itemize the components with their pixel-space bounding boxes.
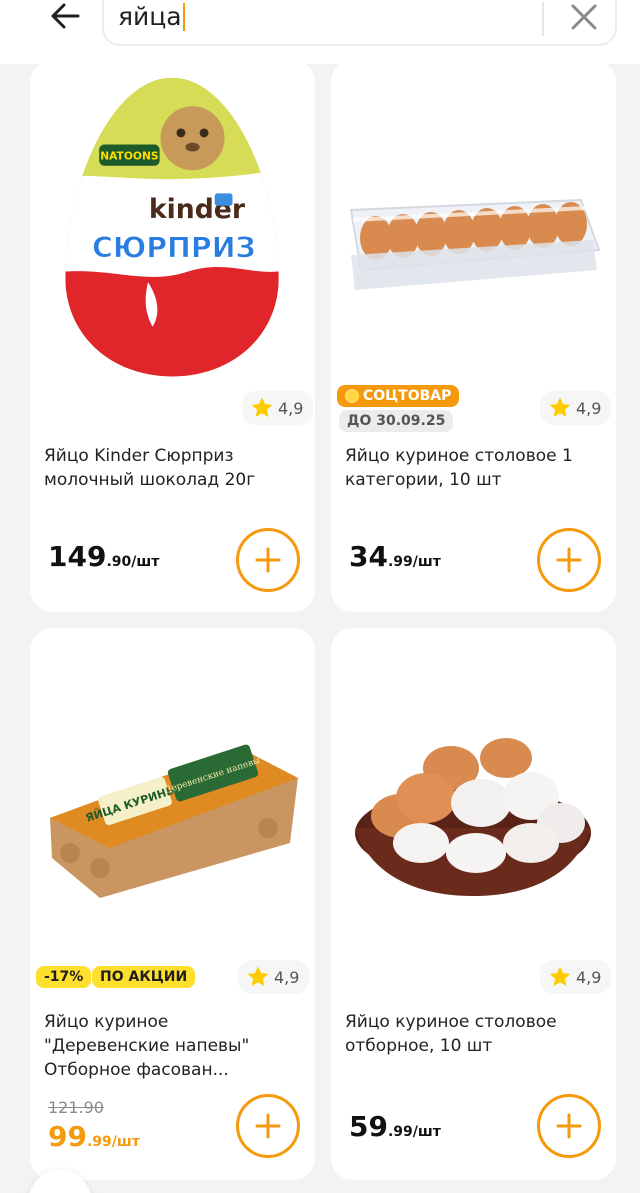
- rating-value: 4,9: [576, 967, 602, 987]
- search-divider: [542, 2, 544, 36]
- product-card[interactable]: 4,9 Яйцо куриное столовое отборное, 10 ш…: [331, 628, 616, 1180]
- product-title[interactable]: Яйцо куриное столовое отборное, 10 шт: [345, 1010, 595, 1058]
- price-integer: 149: [48, 540, 107, 573]
- arrow-left-icon: [51, 3, 80, 29]
- price-fraction: .99/шт: [387, 1124, 441, 1140]
- search-input[interactable]: яйца: [102, 0, 617, 46]
- badge-promo: ПО АКЦИИ: [92, 966, 196, 988]
- add-to-cart-button[interactable]: [537, 1094, 601, 1158]
- rating: 4,9: [540, 960, 612, 994]
- star-icon: [251, 397, 273, 417]
- rating-value: 4,9: [576, 398, 602, 418]
- clear-search-button[interactable]: [566, 2, 602, 32]
- old-price: 121.90: [48, 1098, 104, 1117]
- rating: 4,9: [540, 391, 612, 425]
- rating: 4,9: [238, 960, 310, 994]
- price-fraction: .99/шт: [86, 1134, 140, 1150]
- text-caret: [182, 3, 185, 31]
- price: 34.99/шт: [349, 540, 441, 573]
- price-fraction: .99/шт: [387, 554, 441, 570]
- plus-icon: [556, 1113, 582, 1139]
- price: 59.99/шт: [349, 1110, 441, 1143]
- product-card[interactable]: ЯЙЦА КУРИНЫЕ Деревенские напевы -17% ПО …: [30, 628, 315, 1180]
- product-card[interactable]: NATOONS kinder СЮРПРИЗ 4,9 Яйцо Kinder С…: [30, 60, 315, 612]
- badge-discount: -17%: [36, 966, 92, 988]
- close-icon: [571, 4, 597, 30]
- star-icon: [247, 966, 269, 986]
- product-image-kinder-egg: NATOONS kinder СЮРПРИЗ: [65, 77, 279, 377]
- price-integer: 59: [349, 1110, 388, 1143]
- rating-value: 4,9: [278, 398, 304, 418]
- add-to-cart-button[interactable]: [236, 1094, 300, 1158]
- product-image-eggs-bowl: [355, 738, 591, 896]
- star-icon: [549, 397, 571, 417]
- badge-valid-until: ДО 30.09.25: [339, 410, 454, 432]
- add-to-cart-button[interactable]: [537, 528, 601, 592]
- product-card[interactable]: СОЦТОВАР ДО 30.09.25 4,9 Яйцо куриное ст…: [331, 60, 616, 612]
- price-integer: 34: [349, 540, 388, 573]
- collection-label: NATOONS: [100, 150, 158, 163]
- badge-label: СОЦТОВАР: [363, 388, 452, 404]
- product-title[interactable]: Яйцо куриное столовое 1 категории, 10 шт: [345, 444, 595, 492]
- price: 99.99/шт: [48, 1120, 140, 1153]
- product-title[interactable]: Яйцо куриное "Деревенские напевы" Отборн…: [44, 1010, 294, 1082]
- rating-value: 4,9: [274, 967, 300, 987]
- price-integer: 99: [48, 1120, 87, 1153]
- price-fraction: .90/шт: [106, 554, 160, 570]
- search-query: яйца: [118, 2, 185, 32]
- rating: 4,9: [242, 391, 314, 425]
- top-bar: яйца: [0, 0, 640, 64]
- badge-social-product: СОЦТОВАР: [337, 385, 460, 407]
- star-icon: [549, 966, 571, 986]
- plus-icon: [255, 1113, 281, 1139]
- price: 149.90/шт: [48, 540, 159, 573]
- coin-icon: [345, 389, 359, 403]
- product-image-eggs-carton: ЯЙЦА КУРИНЫЕ Деревенские напевы: [50, 744, 298, 898]
- plus-icon: [556, 547, 582, 573]
- product-title[interactable]: Яйцо Kinder Сюрприз молочный шоколад 20г: [44, 444, 294, 492]
- product-image-eggs-tray: [349, 198, 601, 290]
- plus-icon: [255, 547, 281, 573]
- back-button[interactable]: [38, 0, 92, 32]
- product-wordmark: СЮРПРИЗ: [92, 231, 256, 264]
- add-to-cart-button[interactable]: [236, 528, 300, 592]
